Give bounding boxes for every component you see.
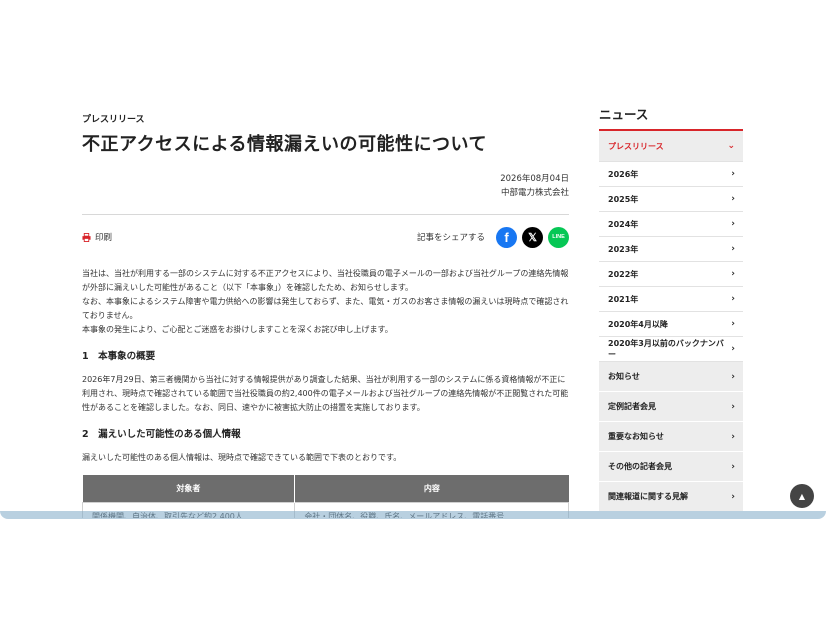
sidebar-item-year[interactable]: 2025年 › [599,187,743,212]
chevron-right-icon: › [731,294,735,304]
sidebar-item-category[interactable]: 定例記者会見 › [599,392,743,422]
share-bar: 記事をシェアする f 𝕏 LINE [416,226,569,248]
intro-paragraph: 本事象の発生により、ご心配とご迷惑をお掛けしますことを深くお詫び申し上げます。 [82,325,393,334]
chevron-right-icon: › [731,344,735,354]
page: プレスリリース 不正アクセスによる情報漏えいの可能性について 2026年08月0… [0,0,826,620]
news-sidebar: ニュース プレスリリース ⌄ 2026年 › 2025年 › 2024年 › 2023… [599,104,743,512]
section-heading: 1 本事象の概要 [82,351,156,362]
section-text: 漏えいした可能性のある個人情報は、現時点で確認できている範囲で下表のとおりです。 [82,451,569,465]
share-label: 記事をシェアする [416,233,485,243]
chevron-right-icon: › [731,431,735,442]
section-heading: 2 漏えいした可能性のある個人情報 [82,429,241,440]
sidebar-item-category[interactable]: 関連報道に関する見解 › [599,482,743,512]
section-paragraph: 漏えいした可能性のある個人情報は、現時点で確認できている範囲で下表のとおりです。 [82,453,402,462]
sidebar-item-category[interactable]: 重要なお知らせ › [599,422,743,452]
print-label: 印刷 [95,233,113,243]
article-category: プレスリリース [82,115,145,125]
article-intro: 当社は、当社が利用する一部のシステムに対する不正アクセスにより、当社役職員の電子… [82,267,569,337]
sidebar-item-label: 2020年4月以降 [608,319,668,329]
divider [82,214,569,215]
intro-paragraph: なお、本事象によるシステム障害や電力供給への影響は発生しておらず、また、電気・ガ… [82,297,569,320]
facebook-share-button[interactable]: f [496,226,517,248]
line-share-button[interactable]: LINE [548,226,569,248]
sidebar-item-label: お知らせ [608,372,640,381]
sidebar-item-year[interactable]: 2023年 › [599,237,743,262]
article-meta: 2026年08月04日 中部電力株式会社 [82,172,569,200]
chevron-right-icon: › [731,219,735,229]
sidebar-item-year[interactable]: 2020年3月以前のバックナンバー › [599,337,743,362]
sidebar-item-label: プレスリリース [608,141,664,151]
intro-paragraph: 当社は、当社が利用する一部のシステムに対する不正アクセスにより、当社役職員の電子… [82,269,569,292]
window-bottom-edge [0,511,826,519]
chevron-up-icon: ▲ [798,491,806,501]
page-top-button[interactable]: ▲ [790,484,814,508]
sidebar-title: ニュース [599,104,743,131]
article-publisher: 中部電力株式会社 [500,188,569,198]
table-header-cell: 対象者 [82,475,296,503]
sidebar-item-category[interactable]: お知らせ › [599,362,743,392]
chevron-right-icon: › [731,401,735,412]
chevron-right-icon: › [731,169,735,179]
sidebar-item-year[interactable]: 2022年 › [599,262,743,287]
sidebar-item-label: 2026年 [608,169,639,179]
section-paragraph: 2026年7月29日、第三者機関から当社に対する情報提供があり調査した結果、当社… [82,375,569,412]
sidebar-item-year[interactable]: 2020年4月以降 › [599,312,743,337]
chevron-right-icon: › [731,371,735,382]
sidebar-item-label: その他の記者会見 [608,462,672,471]
article-tools: 印刷 記事をシェアする f 𝕏 LINE [82,225,569,249]
chevron-right-icon: › [731,269,735,279]
x-share-button[interactable]: 𝕏 [522,226,543,248]
article: プレスリリース 不正アクセスによる情報漏えいの可能性について 2026年08月0… [81,112,569,518]
sidebar-item-year[interactable]: 2021年 › [599,287,743,312]
article-date: 2026年08月04日 [500,174,569,184]
chevron-right-icon: › [731,491,735,502]
sidebar-item-press-release[interactable]: プレスリリース ⌄ [599,131,743,162]
print-link[interactable]: 印刷 [82,231,112,243]
sidebar-item-year[interactable]: 2026年 › [599,162,743,187]
sidebar-item-year[interactable]: 2024年 › [599,212,743,237]
table-header-row: 対象者 内容 [82,475,569,503]
printer-icon [82,232,91,242]
sidebar-item-label: 2021年 [608,294,639,304]
sidebar-item-label: 2025年 [608,194,639,204]
sidebar-item-label: 重要なお知らせ [608,432,664,441]
page-title: 不正アクセスによる情報漏えいの可能性について [82,134,488,155]
chevron-right-icon: › [731,244,735,254]
browser-viewport: プレスリリース 不正アクセスによる情報漏えいの可能性について 2026年08月0… [0,0,826,518]
sidebar-item-label: 定例記者会見 [608,402,656,411]
chevron-right-icon: › [731,319,735,329]
chevron-right-icon: › [731,461,735,472]
sidebar-item-label: 2020年3月以前のバックナンバー [608,339,724,359]
sidebar-item-label: 関連報道に関する見解 [608,492,688,501]
sidebar-item-label: 2024年 [608,219,639,229]
sidebar-item-label: 2023年 [608,244,639,254]
chevron-down-icon: ⌄ [727,141,735,151]
table-header-cell: 内容 [294,475,569,503]
chevron-right-icon: › [731,194,735,204]
sidebar-item-label: 2022年 [608,269,639,279]
section-text: 2026年7月29日、第三者機関から当社に対する情報提供があり調査した結果、当社… [82,373,569,415]
sidebar-item-category[interactable]: その他の記者会見 › [599,452,743,482]
